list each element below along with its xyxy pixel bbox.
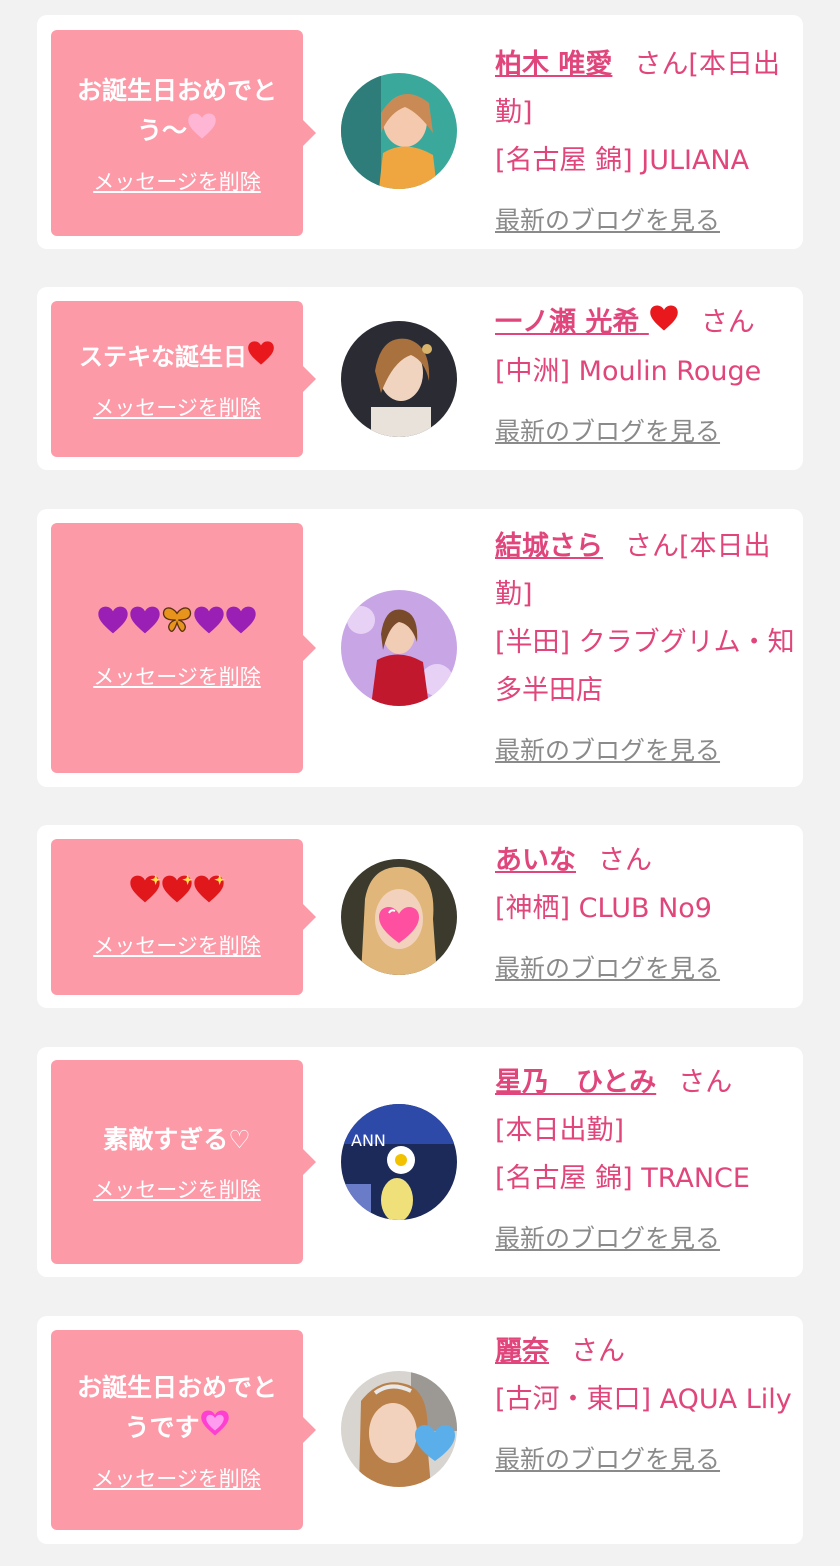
latest-blog-link[interactable]: 最新のブログを見る	[495, 945, 720, 993]
message-card: お誕生日おめでとうです メッセージを削除 麗奈 さん [古河・東口] AQUA L…	[37, 1316, 803, 1544]
sparkling-heart-icon	[161, 874, 193, 916]
message-text: 素敵すぎる♡	[103, 1125, 251, 1154]
message-bubble: お誕生日おめでとうです メッセージを削除	[51, 1330, 316, 1530]
latest-blog-link[interactable]: 最新のブログを見る	[495, 408, 720, 456]
sparkling-heart-icon	[193, 874, 225, 916]
purple-heart-icon	[129, 605, 161, 647]
message-card: 素敵すぎる♡ メッセージを削除 ANN 星乃 ひとみ さん [本日出勤] [名古屋…	[37, 1047, 803, 1277]
red-heart-icon	[649, 300, 679, 348]
delete-message-link[interactable]: メッセージを削除	[93, 392, 261, 422]
honorific: さん	[678, 1067, 733, 1098]
svg-text:ANN: ANN	[351, 1131, 386, 1150]
red-heart-icon	[247, 338, 275, 378]
sparkling-heart-icon	[129, 874, 161, 916]
delete-message-link[interactable]: メッセージを削除	[93, 1174, 261, 1204]
shop-text: [古河・東口] AQUA Lily	[495, 1384, 792, 1415]
cast-name-link[interactable]: 麗奈	[495, 1336, 549, 1367]
avatar[interactable]	[341, 590, 457, 706]
message-text: お誕生日おめでとうです	[65, 1368, 289, 1449]
avatar[interactable]	[341, 1371, 457, 1487]
shop-text: [中洲] Moulin Rouge	[495, 355, 762, 387]
message-text: ステキな誕生日	[79, 337, 275, 378]
purple-heart-icon	[193, 605, 225, 647]
status-text: [本日出勤]	[495, 1115, 625, 1146]
honorific: さん	[598, 845, 652, 876]
shop-text: [半田] クラブグリム・知多半田店	[495, 627, 795, 706]
purple-heart-icon	[225, 605, 257, 647]
message-card: メッセージを削除 結城さら さん[本日出勤] [半田] クラブグリム・知多半田店 …	[37, 509, 803, 787]
cast-info: 麗奈 さん [古河・東口] AQUA Lily 最新のブログを見る	[495, 1328, 795, 1484]
butterfly-icon	[161, 605, 193, 647]
shop-text: [名古屋 錦] TRANCE	[495, 1163, 750, 1194]
message-emoji-row	[129, 874, 225, 916]
avatar[interactable]	[341, 73, 457, 189]
message-card: ステキな誕生日 メッセージを削除 一ノ瀬 光希 さん [中洲] Moulin R…	[37, 287, 803, 470]
message-bubble: メッセージを削除	[51, 839, 316, 995]
delete-message-link[interactable]: メッセージを削除	[93, 166, 261, 196]
cast-name-link[interactable]: 結城さら	[495, 531, 603, 562]
cast-info: あいな さん [神栖] CLUB No9 最新のブログを見る	[495, 837, 795, 993]
pink-heart-icon	[187, 112, 217, 152]
message-emoji-row	[97, 605, 257, 647]
honorific: さん	[571, 1336, 625, 1367]
avatar[interactable]	[341, 321, 457, 437]
message-card: メッセージを削除 あいな さん [神栖] CLUB No9 最新のブログを見る	[37, 825, 803, 1008]
honorific: さん	[625, 531, 679, 562]
message-bubble: 素敵すぎる♡ メッセージを削除	[51, 1060, 316, 1264]
honorific: さん	[634, 49, 689, 80]
latest-blog-link[interactable]: 最新のブログを見る	[495, 727, 720, 775]
cast-name-link[interactable]: あいな	[495, 845, 576, 876]
delete-message-link[interactable]: メッセージを削除	[93, 1463, 261, 1493]
cast-name-link[interactable]: 柏木 唯愛	[495, 49, 612, 80]
avatar[interactable]: ANN	[341, 1104, 457, 1220]
message-bubble: お誕生日おめでとう〜 メッセージを削除	[51, 30, 316, 236]
cast-name-link[interactable]: 星乃 ひとみ	[495, 1067, 656, 1098]
sparkling-heart-icon	[200, 1409, 230, 1449]
message-bubble: ステキな誕生日 メッセージを削除	[51, 301, 316, 457]
latest-blog-link[interactable]: 最新のブログを見る	[495, 1215, 720, 1263]
shop-text: [神栖] CLUB No9	[495, 893, 712, 924]
message-text: お誕生日おめでとう〜	[65, 71, 289, 152]
latest-blog-link[interactable]: 最新のブログを見る	[495, 1436, 720, 1484]
delete-message-link[interactable]: メッセージを削除	[93, 661, 261, 691]
shop-text: [名古屋 錦] JULIANA	[495, 145, 750, 176]
cast-info: 柏木 唯愛 さん[本日出勤] [名古屋 錦] JULIANA 最新のブログを見る	[495, 41, 795, 245]
delete-message-link[interactable]: メッセージを削除	[93, 930, 261, 960]
cast-info: 一ノ瀬 光希 さん [中洲] Moulin Rouge 最新のブログを見る	[495, 299, 795, 456]
honorific: さん	[700, 307, 755, 338]
message-card: お誕生日おめでとう〜 メッセージを削除 柏木 唯愛 さん[本日出勤] [名古屋 錦…	[37, 15, 803, 249]
latest-blog-link[interactable]: 最新のブログを見る	[495, 197, 720, 245]
avatar[interactable]	[341, 859, 457, 975]
purple-heart-icon	[97, 605, 129, 647]
cast-name-link[interactable]: 一ノ瀬 光希	[495, 305, 679, 338]
message-bubble: メッセージを削除	[51, 523, 316, 773]
cast-info: 星乃 ひとみ さん [本日出勤] [名古屋 錦] TRANCE 最新のブログを見る	[495, 1059, 795, 1263]
cast-info: 結城さら さん[本日出勤] [半田] クラブグリム・知多半田店 最新のブログを見る	[495, 523, 795, 775]
